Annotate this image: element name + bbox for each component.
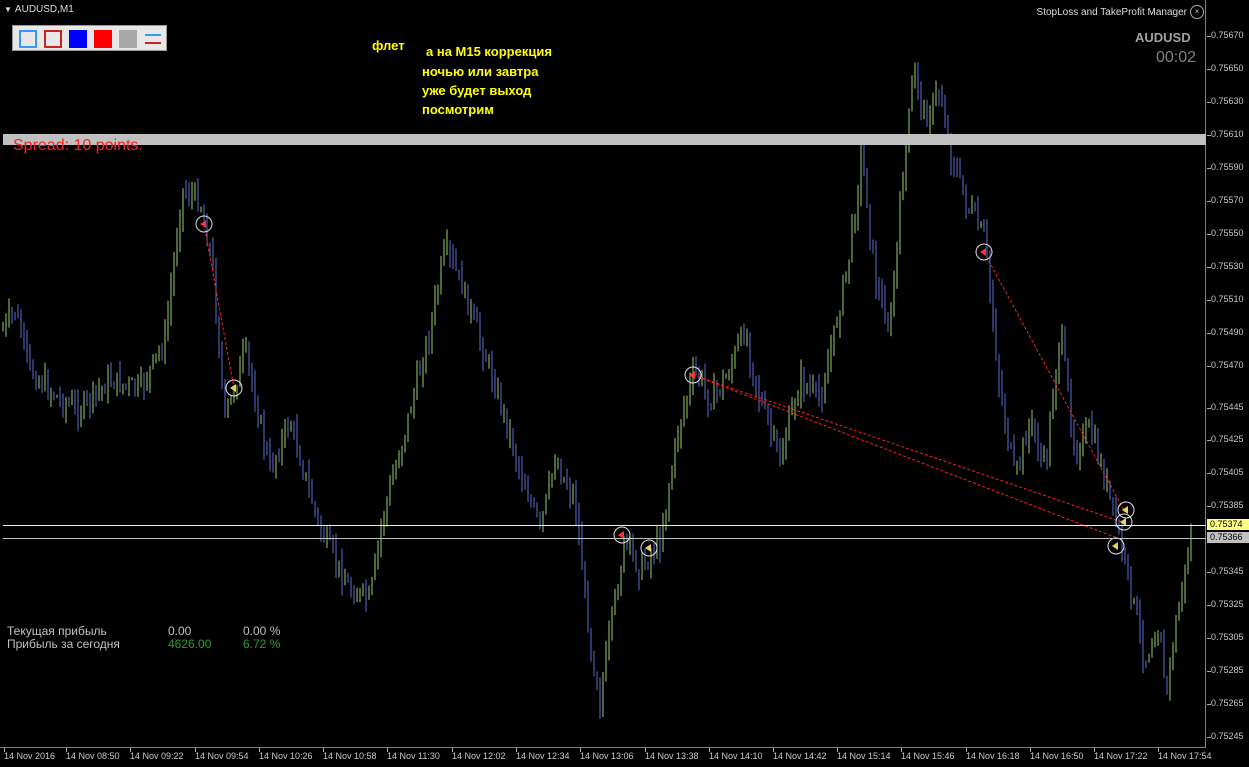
outline-red-square-icon[interactable] <box>44 30 62 48</box>
note-line: уже будет выход <box>422 83 532 98</box>
current-profit-percent: 0.00 % <box>243 624 281 638</box>
time-tick-label: 14 Nov 2016 <box>4 751 56 761</box>
price-tick-label: 0.75245 <box>1211 731 1244 741</box>
price-tick-label: 0.75265 <box>1211 698 1244 708</box>
note-line: а на М15 коррекция <box>426 44 552 59</box>
trade-history-line <box>692 374 1123 523</box>
time-tick-label: 14 Nov 12:34 <box>516 751 570 761</box>
price-tick-label: 0.75470 <box>1211 360 1244 370</box>
price-tick-label: 0.75405 <box>1211 467 1244 477</box>
bid-price-tag: 0.75374 <box>1207 519 1249 530</box>
manager-title: StopLoss and TakeProfit Manager <box>1036 7 1187 18</box>
bid-line[interactable] <box>3 525 1206 526</box>
ask-price-tag: 0.75366 <box>1207 532 1249 543</box>
note-line: флет <box>372 38 405 53</box>
red-square-icon[interactable] <box>94 30 112 48</box>
time-axis[interactable]: 14 Nov 2016 14 Nov 08:50 14 Nov 09:22 14 No… <box>0 748 1212 767</box>
time-tick-label: 14 Nov 16:18 <box>966 751 1020 761</box>
time-tick-label: 14 Nov 13:38 <box>645 751 699 761</box>
price-tick-label: 0.75550 <box>1211 228 1244 238</box>
price-tick-label: 0.75530 <box>1211 261 1244 271</box>
manager-toolbar <box>12 25 167 51</box>
spread-label: Spread: 10 points. <box>13 137 143 154</box>
bar-timer: 00:02 <box>1156 49 1197 66</box>
time-tick-label: 14 Nov 09:22 <box>130 751 184 761</box>
trade-history-line <box>983 251 1126 513</box>
time-tick-label: 14 Nov 17:22 <box>1094 751 1148 761</box>
note-line: посмотрим <box>422 102 494 117</box>
time-tick-label: 14 Nov 13:06 <box>580 751 634 761</box>
time-tick-label: 14 Nov 14:42 <box>773 751 827 761</box>
time-tick-label: 14 Nov 14:10 <box>709 751 763 761</box>
price-tick-label: 0.75510 <box>1211 294 1244 304</box>
price-tick-label: 0.75650 <box>1211 63 1244 73</box>
price-tick-label: 0.75325 <box>1211 599 1244 609</box>
time-tick-label: 14 Nov 15:46 <box>901 751 955 761</box>
window-menu-arrow-icon[interactable]: ▼ <box>4 5 12 14</box>
trade-marker-arrow[interactable] <box>1112 542 1118 550</box>
price-tick-label: 0.75385 <box>1211 500 1244 510</box>
today-profit-label: Прибыль за сегодня <box>7 637 120 651</box>
note-line: ночью или завтра <box>422 64 539 79</box>
price-tick-label: 0.75445 <box>1211 402 1244 412</box>
blue-square-icon[interactable] <box>69 30 87 48</box>
chart-window-title: ▼ AUDUSD,M1 <box>4 4 74 15</box>
time-tick-label: 14 Nov 11:30 <box>387 751 440 761</box>
price-tick-label: 0.75305 <box>1211 632 1244 642</box>
trade-marker-arrow[interactable] <box>980 248 986 256</box>
gray-square-icon[interactable] <box>119 30 137 48</box>
manager-close-icon[interactable]: × <box>1190 5 1204 19</box>
time-tick-label: 14 Nov 15:14 <box>837 751 891 761</box>
chart-symbol-period: AUDUSD,M1 <box>14 4 74 15</box>
price-tick-label: 0.75630 <box>1211 96 1244 106</box>
current-profit-value: 0.00 <box>168 624 192 638</box>
outline-blue-square-icon[interactable] <box>19 30 37 48</box>
price-tick-label: 0.75610 <box>1211 129 1244 139</box>
today-profit-value: 4626.00 <box>168 637 212 651</box>
time-tick-label: 14 Nov 17:54 <box>1158 751 1212 761</box>
time-tick-label: 14 Nov 16:50 <box>1030 751 1084 761</box>
price-tick-label: 0.75285 <box>1211 665 1244 675</box>
time-tick-label: 14 Nov 09:54 <box>195 751 249 761</box>
price-tick-label: 0.75670 <box>1211 30 1244 40</box>
price-tick-label: 0.75590 <box>1211 162 1244 172</box>
price-tick-label: 0.75425 <box>1211 434 1244 444</box>
time-tick-label: 14 Nov 10:58 <box>323 751 377 761</box>
trade-marker-arrow[interactable] <box>200 220 206 228</box>
trade-marker-arrow[interactable] <box>230 384 236 392</box>
time-tick-label: 14 Nov 08:50 <box>66 751 120 761</box>
price-tick-label: 0.75490 <box>1211 327 1244 337</box>
today-profit-percent: 6.72 % <box>243 637 281 651</box>
spread-band <box>3 134 1206 145</box>
symbol-label: AUDUSD <box>1135 30 1191 45</box>
ask-line[interactable] <box>3 538 1206 539</box>
lines-icon[interactable] <box>144 30 162 48</box>
price-tick-label: 0.75345 <box>1211 566 1244 576</box>
current-profit-label: Текущая прибыль <box>7 624 107 638</box>
price-tick-label: 0.75570 <box>1211 195 1244 205</box>
trade-history-line <box>203 223 235 389</box>
time-tick-label: 14 Nov 12:02 <box>452 751 506 761</box>
price-axis[interactable]: 0.75374 0.75366 0.75670 0.75650 0.75630 0.7… <box>1207 0 1249 748</box>
time-tick-label: 14 Nov 10:26 <box>259 751 313 761</box>
trade-marker-arrow[interactable] <box>645 544 651 552</box>
